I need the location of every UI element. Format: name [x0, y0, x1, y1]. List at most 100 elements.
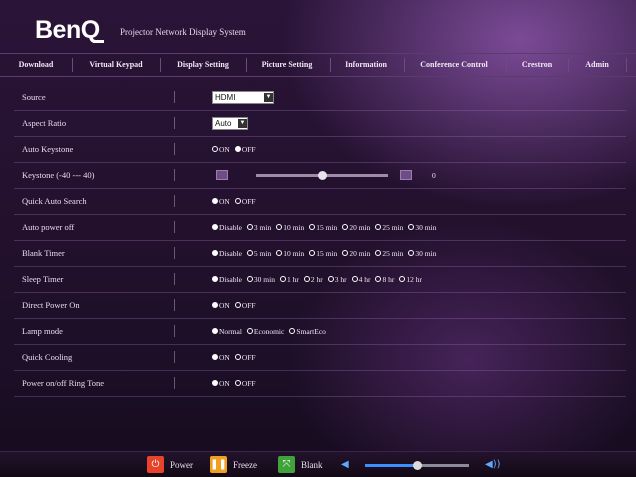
radio-button[interactable]	[212, 146, 218, 152]
sleep-timer-option[interactable]: Disable	[212, 275, 242, 284]
radio-button[interactable]	[309, 250, 316, 256]
radio-button[interactable]	[408, 250, 415, 256]
radio-button[interactable]	[212, 380, 218, 386]
freeze-button[interactable]: ❚❚ Freeze	[210, 456, 257, 473]
radio-button[interactable]	[212, 328, 218, 334]
nav-admin[interactable]: Admin	[572, 54, 622, 76]
radio-button[interactable]	[212, 302, 218, 308]
blank-timer-option[interactable]: Disable	[212, 249, 242, 258]
blank-timer-option[interactable]: 10 min	[276, 249, 304, 258]
radio-button[interactable]	[289, 328, 296, 334]
sleep-timer-option[interactable]: 8 hr	[375, 275, 394, 284]
radio-button[interactable]	[375, 224, 382, 230]
nav-conference-control[interactable]: Conference Control	[410, 54, 498, 76]
option-label: OFF	[241, 378, 256, 388]
direct-power-on-on[interactable]: ON	[212, 301, 230, 310]
auto-power-off-option[interactable]: 3 min	[246, 223, 271, 232]
direct-power-on-off[interactable]: OFF	[234, 301, 256, 310]
volume-slider[interactable]	[365, 461, 469, 470]
nav-display-setting[interactable]: Display Setting	[166, 54, 240, 76]
radio-button[interactable]	[234, 146, 241, 152]
ring-tone-on[interactable]: ON	[212, 379, 230, 388]
radio-button[interactable]	[212, 276, 218, 282]
nav-information[interactable]: Information	[334, 54, 398, 76]
power-button[interactable]: ⏻ Power	[147, 456, 193, 473]
radio-button[interactable]	[234, 354, 241, 360]
volume-slider-thumb[interactable]	[412, 461, 422, 470]
radio-button[interactable]	[276, 250, 283, 256]
auto-power-off-option[interactable]: 30 min	[408, 223, 436, 232]
quick-auto-search-on[interactable]: ON	[212, 197, 230, 206]
radio-button[interactable]	[276, 224, 283, 230]
source-select[interactable]: HDMI ▼	[212, 90, 274, 104]
keystone-slider-track[interactable]	[256, 170, 388, 180]
radio-button[interactable]	[303, 276, 310, 282]
radio-button[interactable]	[342, 224, 349, 230]
lamp-mode-economic[interactable]: Economic	[246, 327, 284, 336]
radio-button[interactable]	[246, 224, 253, 230]
keystone-increase-button[interactable]	[400, 170, 412, 180]
radio-button[interactable]	[246, 328, 253, 334]
sleep-timer-option[interactable]: 12 hr	[399, 275, 422, 284]
lamp-mode-normal[interactable]: Normal	[212, 327, 242, 336]
sleep-timer-option[interactable]: 3 hr	[327, 275, 347, 284]
nav-download[interactable]: Download	[4, 54, 68, 76]
setting-row-aspect-ratio: Aspect Ratio Auto ▼	[14, 110, 626, 137]
radio-button[interactable]	[342, 250, 349, 256]
radio-button[interactable]	[234, 380, 241, 386]
radio-button[interactable]	[279, 276, 286, 282]
auto-keystone-off[interactable]: OFF	[234, 145, 256, 154]
blank-button[interactable]: ⤧ Blank	[278, 456, 323, 473]
row-divider	[174, 273, 175, 285]
blank-timer-option[interactable]: 15 min	[309, 249, 337, 258]
sleep-timer-option[interactable]: 30 min	[246, 275, 275, 284]
blank-timer-option[interactable]: 30 min	[408, 249, 436, 258]
radio-button[interactable]	[375, 276, 382, 282]
blank-timer-option[interactable]: 25 min	[375, 249, 403, 258]
power-icon: ⏻	[147, 456, 164, 473]
sleep-timer-option[interactable]: 4 hr	[351, 275, 370, 284]
aspect-ratio-control: Auto ▼	[212, 110, 248, 136]
quick-cooling-off[interactable]: OFF	[234, 353, 256, 362]
radio-button[interactable]	[399, 276, 406, 282]
lamp-mode-smarteco[interactable]: SmartEco	[289, 327, 326, 336]
sleep-timer-option[interactable]: 1 hr	[279, 275, 299, 284]
auto-power-off-option[interactable]: 20 min	[342, 223, 370, 232]
quick-auto-search-off[interactable]: OFF	[234, 197, 256, 206]
quick-cooling-on[interactable]: ON	[212, 353, 230, 362]
radio-button[interactable]	[246, 250, 253, 256]
nav-crestron[interactable]: Crestron	[510, 54, 564, 76]
radio-button[interactable]	[212, 224, 218, 230]
radio-button[interactable]	[234, 302, 241, 308]
radio-button[interactable]	[327, 276, 334, 282]
radio-button[interactable]	[375, 250, 382, 256]
auto-power-off-option[interactable]: Disable	[212, 223, 242, 232]
option-label: 5 min	[253, 248, 272, 258]
row-divider	[174, 91, 175, 103]
ring-tone-off[interactable]: OFF	[234, 378, 256, 388]
auto-keystone-on[interactable]: ON	[212, 145, 230, 154]
radio-button[interactable]	[212, 354, 218, 360]
radio-button[interactable]	[246, 276, 253, 282]
radio-button[interactable]	[408, 224, 415, 230]
keystone-slider-thumb[interactable]	[317, 170, 327, 180]
speaker-low-icon[interactable]: ◀	[341, 456, 349, 474]
radio-button[interactable]	[351, 276, 358, 282]
blank-timer-option[interactable]: 20 min	[342, 249, 370, 258]
auto-power-off-option[interactable]: 15 min	[309, 223, 337, 232]
auto-power-off-option[interactable]: 25 min	[375, 223, 403, 232]
speaker-high-icon[interactable]: ◀))	[485, 456, 501, 474]
aspect-ratio-select[interactable]: Auto ▼	[212, 116, 248, 130]
radio-button[interactable]	[212, 250, 218, 256]
keystone-decrease-button[interactable]	[216, 170, 228, 180]
radio-button[interactable]	[234, 198, 241, 204]
nav-separator	[160, 58, 161, 72]
radio-button[interactable]	[212, 198, 218, 204]
blank-timer-option[interactable]: 5 min	[246, 248, 272, 258]
radio-button[interactable]	[309, 224, 316, 230]
nav-virtual-keypad[interactable]: Virtual Keypad	[78, 54, 154, 76]
lamp-mode-label: Lamp mode	[22, 326, 63, 336]
sleep-timer-option[interactable]: 2 hr	[303, 275, 323, 284]
nav-picture-setting[interactable]: Picture Setting	[250, 54, 324, 76]
auto-power-off-option[interactable]: 10 min	[276, 223, 304, 232]
